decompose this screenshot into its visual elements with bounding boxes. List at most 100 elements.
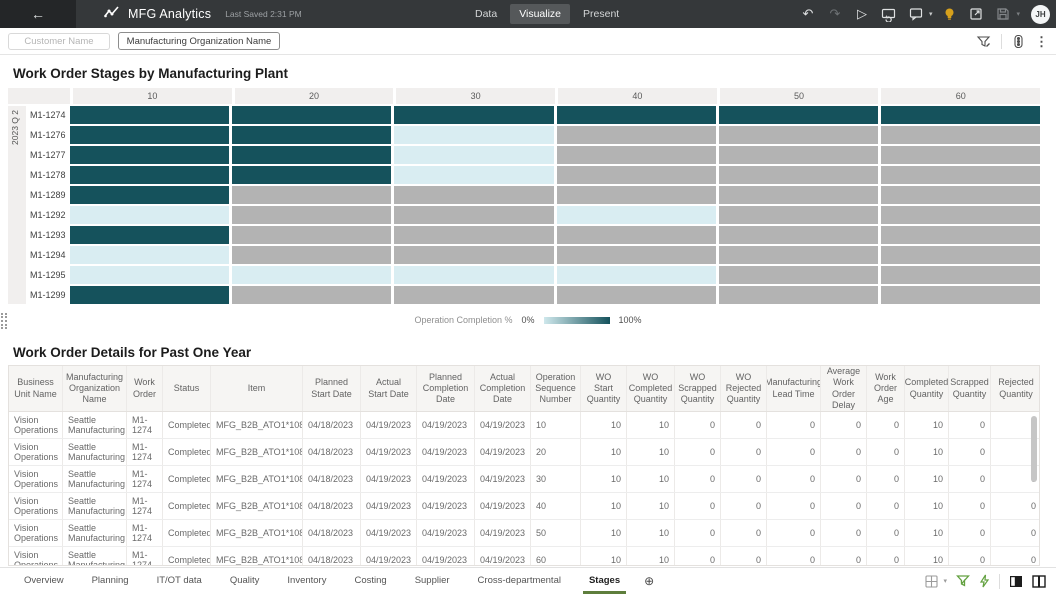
heatmap-cell[interactable] (556, 126, 716, 144)
heatmap-cell[interactable] (232, 266, 392, 284)
heatmap-cell[interactable] (718, 186, 878, 204)
heatmap-cell[interactable] (880, 206, 1041, 224)
heatmap-cell[interactable] (394, 106, 554, 124)
heatmap-cell[interactable] (880, 146, 1041, 164)
heatmap-cell[interactable] (70, 166, 230, 184)
heatmap-cell[interactable] (880, 286, 1041, 304)
panel-left-toggle-icon[interactable] (1009, 575, 1023, 588)
heatmap-cell[interactable] (70, 106, 230, 124)
back-button[interactable]: ← (0, 0, 76, 28)
heatmap-cell[interactable] (232, 106, 392, 124)
heatmap-cell[interactable] (394, 286, 554, 304)
heatmap-cell[interactable] (70, 246, 230, 264)
kebab-menu-icon[interactable]: ⋮ (1035, 34, 1048, 50)
heatmap-cell[interactable] (394, 266, 554, 284)
canvas-tab-inventory[interactable]: Inventory (273, 568, 340, 594)
table-row[interactable]: Vision Operations Seattle Manufacturing M1… (9, 547, 1039, 565)
table-row[interactable]: Vision Operations Seattle Manufacturing M1… (9, 520, 1039, 547)
heatmap-cell[interactable] (232, 166, 392, 184)
heatmap-cell[interactable] (880, 266, 1041, 284)
heatmap-cell[interactable] (232, 206, 392, 224)
heatmap-cell[interactable] (556, 106, 716, 124)
canvas-tab-stages[interactable]: Stages (575, 568, 634, 594)
heatmap-cell[interactable] (880, 226, 1041, 244)
canvas-tab-it-ot-data[interactable]: IT/OT data (143, 568, 216, 594)
heatmap-cell[interactable] (232, 126, 392, 144)
heatmap-cell[interactable] (556, 206, 716, 224)
heatmap-cell[interactable] (394, 226, 554, 244)
canvas-tab-overview[interactable]: Overview (10, 568, 78, 594)
table-row[interactable]: Vision Operations Seattle Manufacturing M1… (9, 466, 1039, 493)
heatmap-cell[interactable] (394, 186, 554, 204)
add-canvas-icon[interactable]: ⊕ (644, 574, 654, 588)
auto-insights-lightbulb-icon[interactable] (939, 4, 959, 24)
heatmap-cell[interactable] (718, 106, 878, 124)
undo-icon[interactable]: ↶ (798, 4, 818, 24)
heatmap-cell[interactable] (880, 106, 1041, 124)
heatmap-cell[interactable] (232, 146, 392, 164)
conditional-formatting-traffic-light-icon[interactable] (1012, 34, 1025, 49)
heatmap-cell[interactable] (556, 246, 716, 264)
heatmap-cell[interactable] (718, 126, 878, 144)
heatmap-cell[interactable] (70, 226, 230, 244)
heatmap-cell[interactable] (718, 246, 878, 264)
heatmap-cell[interactable] (394, 206, 554, 224)
mode-tab-visualize[interactable]: Visualize (510, 4, 571, 24)
heatmap-cell[interactable] (70, 266, 230, 284)
comments-caret-icon[interactable]: ▾ (929, 10, 933, 18)
save-icon[interactable] (993, 4, 1013, 24)
heatmap-cell[interactable] (232, 186, 392, 204)
heatmap-cell[interactable] (880, 246, 1041, 264)
heatmap-cell[interactable] (70, 146, 230, 164)
heatmap-cell[interactable] (556, 266, 716, 284)
heatmap-cell[interactable] (232, 246, 392, 264)
export-open-icon[interactable] (966, 4, 986, 24)
canvas-tab-supplier[interactable]: Supplier (401, 568, 464, 594)
heatmap-cell[interactable] (394, 126, 554, 144)
heatmap-cell[interactable] (394, 246, 554, 264)
heatmap-cell[interactable] (556, 166, 716, 184)
comments-icon[interactable] (906, 4, 926, 24)
mode-tab-present[interactable]: Present (574, 4, 628, 24)
heatmap-cell[interactable] (394, 146, 554, 164)
auto-apply-lightning-icon[interactable] (979, 574, 990, 588)
customer-name-filter-input[interactable]: Customer Name (8, 33, 110, 50)
table-row[interactable]: Vision Operations Seattle Manufacturing M1… (9, 412, 1039, 439)
heatmap-cell[interactable] (70, 286, 230, 304)
filter-apply-icon[interactable] (956, 574, 970, 588)
refresh-data-icon[interactable] (879, 4, 899, 24)
manufacturing-org-filter-chip[interactable]: Manufacturing Organization Name (118, 32, 280, 50)
heatmap-cell[interactable] (70, 126, 230, 144)
heatmap-cell[interactable] (556, 226, 716, 244)
play-preview-icon[interactable]: ▷ (852, 4, 872, 24)
canvas-layout-icon[interactable] (925, 574, 939, 588)
heatmap-cell[interactable] (718, 146, 878, 164)
panel-right-toggle-icon[interactable] (1032, 574, 1046, 588)
heatmap-cell[interactable] (70, 186, 230, 204)
canvas-tab-cross-departmental[interactable]: Cross-departmental (464, 568, 575, 594)
heatmap-cell[interactable] (394, 166, 554, 184)
heatmap-cell[interactable] (556, 146, 716, 164)
save-caret-icon[interactable]: ▾ (1016, 10, 1020, 18)
redo-icon[interactable]: ↷ (825, 4, 845, 24)
heatmap-cell[interactable] (880, 186, 1041, 204)
mode-tab-data[interactable]: Data (466, 4, 506, 24)
heatmap-cell[interactable] (880, 166, 1041, 184)
heatmap-cell[interactable] (232, 226, 392, 244)
heatmap-cell[interactable] (718, 266, 878, 284)
heatmap-cell[interactable] (556, 186, 716, 204)
table-vertical-scrollbar[interactable] (1031, 416, 1037, 482)
heatmap-cell[interactable] (718, 166, 878, 184)
table-row[interactable]: Vision Operations Seattle Manufacturing M1… (9, 493, 1039, 520)
heatmap-cell[interactable] (70, 206, 230, 224)
heatmap-cell[interactable] (718, 286, 878, 304)
filter-funnel-icon[interactable] (976, 34, 991, 49)
section-drag-handle[interactable] (1, 313, 7, 329)
heatmap-cell[interactable] (556, 286, 716, 304)
canvas-layout-caret-icon[interactable]: ▾ (943, 577, 947, 585)
table-row[interactable]: Vision Operations Seattle Manufacturing M1… (9, 439, 1039, 466)
heatmap-cell[interactable] (232, 286, 392, 304)
canvas-tab-planning[interactable]: Planning (78, 568, 143, 594)
heatmap-cell[interactable] (718, 226, 878, 244)
canvas-tab-quality[interactable]: Quality (216, 568, 274, 594)
